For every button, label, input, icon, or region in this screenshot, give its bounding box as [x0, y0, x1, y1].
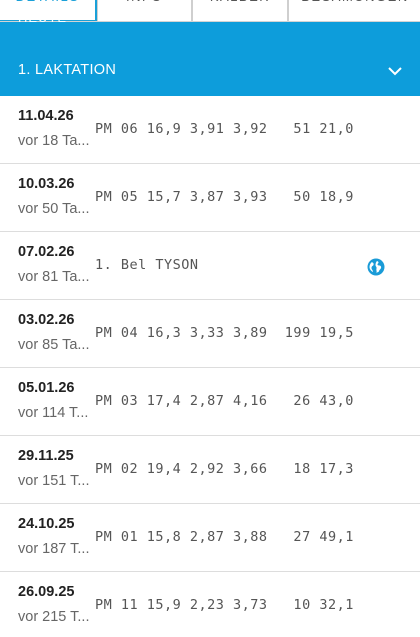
event-data: PM 01 15,8 2,87 3,88 27 49,1: [95, 529, 354, 545]
event-data: PM 11 15,9 2,23 3,73 10 32,1: [95, 597, 354, 613]
tab-info[interactable]: INFO: [97, 0, 192, 21]
chevron-down-icon[interactable]: [388, 64, 402, 78]
event-ago: vor 85 Ta...: [18, 337, 90, 353]
tab-kaelber[interactable]: KÄLBER: [192, 0, 288, 21]
list-item[interactable]: 10.03.26 vor 50 Ta... PM 05 15,7 3,87 3,…: [0, 164, 420, 232]
event-ago: vor 114 T...: [18, 405, 89, 421]
list-item[interactable]: 03.02.26 vor 85 Ta... PM 04 16,3 3,33 3,…: [0, 300, 420, 368]
cut-off-label: HEUTE: [18, 10, 68, 25]
event-ago: vor 215 T...: [18, 609, 90, 625]
event-data: PM 04 16,3 3,33 3,89 199 19,5: [95, 325, 354, 341]
event-ago: vor 151 T...: [18, 473, 90, 489]
event-date: 07.02.26: [18, 244, 75, 260]
event-data: PM 02 19,4 2,92 3,66 18 17,3: [95, 461, 354, 477]
event-ago: vor 81 Ta...: [18, 269, 90, 285]
event-date: 03.02.26: [18, 312, 75, 328]
tab-besamungen[interactable]: BESAMUNGEN: [288, 0, 420, 21]
event-data: PM 03 17,4 2,87 4,16 26 43,0: [95, 393, 354, 409]
list-item[interactable]: 24.10.25 vor 187 T... PM 01 15,8 2,87 3,…: [0, 504, 420, 572]
section-header[interactable]: HEUTE 1. LAKTATION: [0, 10, 420, 96]
event-data: 1. Bel TYSON: [95, 257, 199, 273]
list-item[interactable]: 05.01.26 vor 114 T... PM 03 17,4 2,87 4,…: [0, 368, 420, 436]
event-data: PM 05 15,7 3,87 3,93 50 18,9: [95, 189, 354, 205]
event-date: 24.10.25: [18, 516, 75, 532]
list-item[interactable]: 26.09.25 vor 215 T... PM 11 15,9 2,23 3,…: [0, 572, 420, 637]
section-title: 1. LAKTATION: [18, 62, 117, 78]
event-date: 26.09.25: [18, 584, 75, 600]
event-date: 10.03.26: [18, 176, 75, 192]
event-data: PM 06 16,9 3,91 3,92 51 21,0: [95, 121, 354, 137]
event-ago: vor 187 T...: [18, 541, 90, 557]
event-date: 05.01.26: [18, 380, 75, 396]
list-item[interactable]: 29.11.25 vor 151 T... PM 02 19,4 2,92 3,…: [0, 436, 420, 504]
globe-icon[interactable]: [367, 258, 385, 276]
list-item[interactable]: 11.04.26 vor 18 Ta... PM 06 16,9 3,91 3,…: [0, 96, 420, 164]
event-list: 11.04.26 vor 18 Ta... PM 06 16,9 3,91 3,…: [0, 96, 420, 637]
event-ago: vor 18 Ta...: [18, 133, 90, 149]
event-ago: vor 50 Ta...: [18, 201, 90, 217]
event-date: 29.11.25: [18, 448, 74, 464]
event-date: 11.04.26: [18, 108, 74, 124]
list-item[interactable]: 07.02.26 vor 81 Ta... 1. Bel TYSON: [0, 232, 420, 300]
